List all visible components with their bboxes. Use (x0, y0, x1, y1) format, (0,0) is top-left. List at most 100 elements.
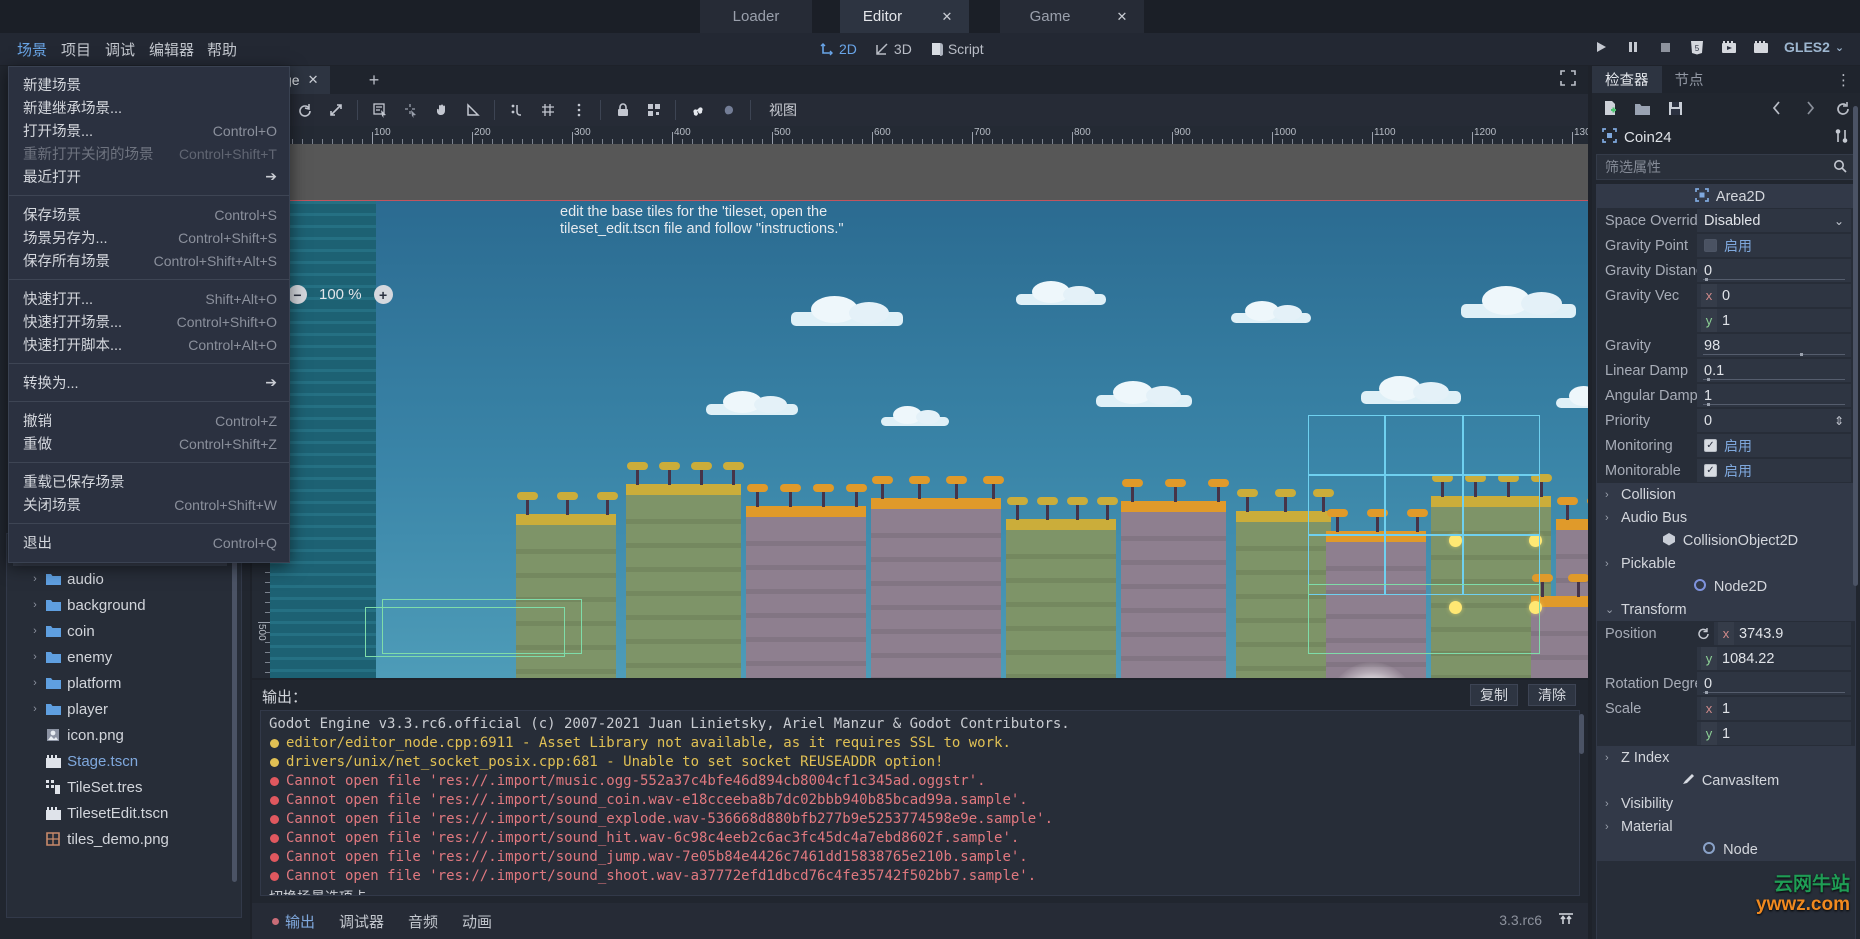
slider-knob[interactable] (1707, 403, 1710, 406)
inspector-class-header[interactable]: Node2D (1597, 575, 1855, 598)
lock-icon[interactable] (607, 96, 638, 124)
filesystem-item[interactable]: › enemy (13, 644, 227, 670)
property-scrollbar[interactable] (1853, 106, 1858, 586)
expand-bottom-panel-icon[interactable] (1558, 911, 1574, 930)
menu-item-[interactable]: 新建场景 (9, 73, 289, 96)
chevron-right-icon[interactable]: › (27, 625, 43, 637)
spinner-icon[interactable]: ⇕ (1834, 415, 1844, 427)
window-tab-game-close[interactable]: ✕ (1100, 0, 1144, 33)
property-row[interactable]: y1 (1597, 721, 1855, 746)
property-value[interactable]: 0 ⇕ (1697, 409, 1851, 432)
property-value[interactable]: x0 (1697, 284, 1851, 307)
property-value[interactable]: 0.1 (1697, 359, 1851, 382)
value-slider[interactable] (1703, 378, 1845, 381)
ruler-mode-icon[interactable] (457, 96, 488, 124)
chevron-right-icon[interactable]: › (1605, 752, 1615, 764)
slider-knob[interactable] (1707, 378, 1710, 381)
play-icon[interactable] (1592, 38, 1610, 56)
property-value[interactable]: Disabled ⌄ (1697, 209, 1851, 232)
property-filter-field[interactable]: 筛选属性 (1596, 154, 1856, 180)
tab-inspector[interactable]: 检查器 (1592, 66, 1662, 93)
inspector-group-pickable[interactable]: › Pickable (1597, 552, 1855, 575)
property-row[interactable]: Gravity Distance 0 (1597, 258, 1855, 283)
value-slider[interactable] (1703, 278, 1845, 281)
menu-item-[interactable]: 转换为... ➔ (9, 371, 289, 394)
revert-icon[interactable] (1697, 627, 1710, 640)
new-resource-icon[interactable] (1601, 100, 1618, 117)
menu-item-[interactable]: 重做 Control+Shift+Z (9, 432, 289, 455)
property-row[interactable]: Scale x 1 (1597, 696, 1855, 721)
inspector-group-z-index[interactable]: › Z Index (1597, 746, 1855, 769)
inspector-group-audio-bus[interactable]: › Audio Bus (1597, 506, 1855, 529)
rotate-mode-icon[interactable] (289, 96, 320, 124)
value-slider[interactable] (1703, 353, 1845, 356)
filesystem-item[interactable]: › audio (13, 566, 227, 592)
mode-3d[interactable]: 3D (875, 41, 912, 57)
skeleton-icon[interactable] (713, 96, 744, 124)
chevron-right-icon[interactable]: › (1605, 558, 1615, 570)
save-resource-icon[interactable] (1667, 100, 1684, 117)
inspector-group-material[interactable]: › Material (1597, 815, 1855, 838)
move-pivot-icon[interactable] (395, 96, 426, 124)
bottom-tab-动画[interactable]: 动画 (452, 908, 502, 934)
canvas-area[interactable]: − 100 % + edit the base tiles for the 't… (270, 144, 1588, 678)
horizontal-ruler[interactable]: 0100200300400500600700800900100011001200… (252, 126, 1588, 144)
property-row[interactable]: Gravity 98 (1597, 333, 1855, 358)
property-row[interactable]: y1 (1597, 308, 1855, 333)
property-row[interactable]: Linear Damp 0.1 (1597, 358, 1855, 383)
property-value[interactable]: x 3743.9 (1714, 622, 1851, 645)
property-row[interactable]: Space Override Disabled ⌄ (1597, 208, 1855, 233)
chevron-right-icon[interactable]: › (1605, 489, 1615, 501)
inspector-class-header[interactable]: CollisionObject2D (1597, 529, 1855, 552)
bottom-tab-调试器[interactable]: 调试器 (329, 908, 394, 934)
property-value[interactable]: x1 (1697, 697, 1851, 720)
snap-mode-icon[interactable] (501, 96, 532, 124)
inspector-class-header[interactable]: Node (1597, 838, 1855, 861)
chevron-right-icon[interactable]: › (27, 651, 43, 663)
menu-editor[interactable]: 编辑器 (138, 33, 205, 65)
smart-snap-icon[interactable] (532, 96, 563, 124)
inspector-menu-icon[interactable]: ⋮ (1836, 71, 1852, 89)
filesystem-scrollbar[interactable] (232, 552, 237, 882)
property-value[interactable]: 启用 (1697, 234, 1851, 257)
slider-knob[interactable] (1705, 278, 1708, 281)
value-slider[interactable] (1703, 691, 1845, 694)
output-scrollbar[interactable] (1579, 714, 1584, 754)
checkbox[interactable]: ✓ (1704, 464, 1717, 477)
menu-item-[interactable]: 关闭场景 Control+Shift+W (9, 493, 289, 516)
chevron-right-icon[interactable]: › (1605, 798, 1615, 810)
property-value[interactable]: 0 (1697, 259, 1851, 282)
menu-item-[interactable]: 重载已保存场景 (9, 470, 289, 493)
property-row[interactable]: Monitorable ✓ 启用 (1597, 458, 1855, 483)
group-icon[interactable] (638, 96, 669, 124)
inspector-group-visibility[interactable]: › Visibility (1597, 792, 1855, 815)
property-row[interactable]: Gravity Vec x 0 (1597, 283, 1855, 308)
chevron-right-icon[interactable]: › (1605, 512, 1615, 524)
property-row[interactable]: Gravity Point 启用 (1597, 233, 1855, 258)
history-next-icon[interactable] (1801, 100, 1818, 117)
checkbox[interactable]: ✓ (1704, 439, 1717, 452)
property-value[interactable]: 1 (1697, 384, 1851, 407)
clear-button[interactable]: 清除 (1528, 684, 1576, 706)
chevron-right-icon[interactable]: › (27, 573, 43, 585)
bottom-tab-输出[interactable]: 输出 (262, 908, 325, 934)
inspector-class-header[interactable]: Area2D (1597, 185, 1855, 208)
object-tools-icon[interactable] (1834, 128, 1850, 148)
menu-item-[interactable]: 保存所有场景 Control+Shift+Alt+S (9, 249, 289, 272)
property-row[interactable]: Position x 3743.9 (1597, 621, 1855, 646)
html5-icon[interactable]: 5 (1688, 38, 1706, 56)
bottom-tab-音频[interactable]: 音频 (398, 908, 448, 934)
chevron-right-icon[interactable]: › (27, 599, 43, 611)
property-value[interactable]: ✓ 启用 (1697, 434, 1851, 457)
property-row[interactable]: y 1084.22 (1597, 646, 1855, 671)
menu-item-[interactable]: 快速打开脚本... Control+Alt+O (9, 333, 289, 356)
mode-script[interactable]: Script (930, 41, 984, 57)
filesystem-item[interactable]: › player (13, 696, 227, 722)
history-prev-icon[interactable] (1768, 100, 1785, 117)
property-value[interactable]: 0 (1697, 672, 1851, 695)
play-custom-scene-icon[interactable] (1752, 38, 1770, 56)
window-tab-game[interactable]: Game (1000, 0, 1100, 33)
window-tab-loader[interactable]: Loader (700, 0, 812, 33)
output-log[interactable]: Godot Engine v3.3.rc6.official (c) 2007-… (260, 710, 1580, 896)
property-row[interactable]: Monitoring ✓ 启用 (1597, 433, 1855, 458)
